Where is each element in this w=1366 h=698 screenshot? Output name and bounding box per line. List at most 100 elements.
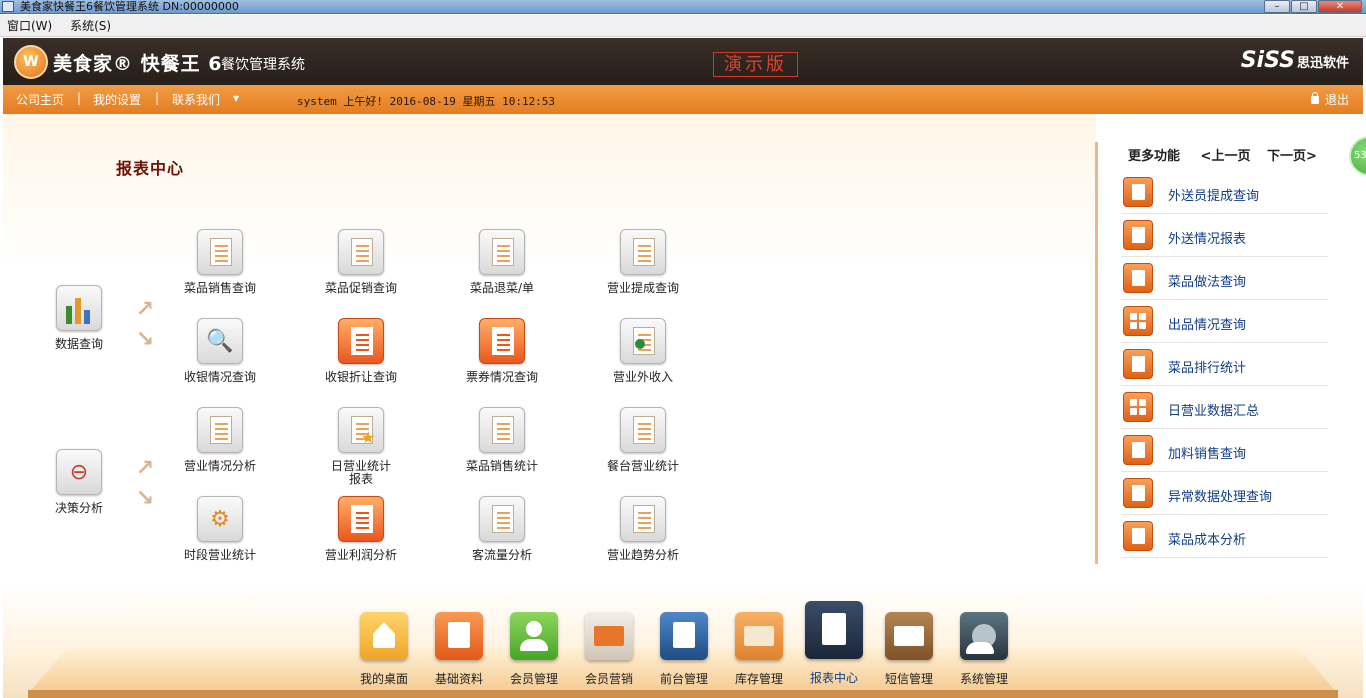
dock-label: 系统管理: [959, 672, 1008, 686]
dock-label: 报表中心: [809, 671, 858, 685]
nav-settings-link[interactable]: 我的设置: [93, 91, 141, 108]
sidebar-item-label: 菜品成本分析: [1168, 533, 1247, 548]
sidebar-item-daily-summary[interactable]: 日营业数据汇总: [1121, 386, 1328, 429]
group-decision-analysis[interactable]: ⊖ 决策分析: [19, 449, 139, 515]
document-icon: [479, 229, 525, 275]
tile-label: 菜品销售查询: [183, 281, 256, 295]
document-icon: [338, 229, 384, 275]
document-star-icon: [1123, 349, 1153, 379]
menu-system[interactable]: 系统(S): [63, 15, 118, 37]
box-document-icon: [479, 496, 525, 542]
vendor-name: SiSS: [1240, 48, 1295, 73]
floating-badge[interactable]: 53: [1349, 136, 1366, 176]
nav-home-link[interactable]: 公司主页: [16, 91, 64, 108]
document-icon: [620, 407, 666, 453]
bar-chart-icon: [56, 285, 102, 331]
arrow-up-icon: ↗: [135, 456, 155, 481]
tile-daily-business-report[interactable]: ★ 日营业统计报表: [301, 407, 421, 486]
chevron-down-icon[interactable]: ▾: [233, 91, 239, 105]
dock-label: 库存管理: [734, 672, 783, 686]
dock-system-management[interactable]: 系统管理: [947, 612, 1021, 687]
tile-label: 票券情况查询: [465, 370, 538, 384]
clipboard-icon: [197, 229, 243, 275]
sidebar-item-exception-data[interactable]: 异常数据处理查询: [1121, 472, 1328, 515]
star-document-icon: ★: [338, 407, 384, 453]
dock-sms-management[interactable]: 短信管理: [872, 612, 946, 687]
top-nav: 公司主页 | 我的设置 | 联系我们 ▾ system 上午好! 2016-08…: [3, 85, 1363, 114]
window-title: 美食家快餐王6餐饮管理系统 DN:00000000: [20, 0, 239, 13]
sidebar-item-dish-method[interactable]: 菜品做法查询: [1121, 257, 1328, 300]
sidebar-item-label: 外送情况报表: [1168, 232, 1247, 247]
tile-non-operating-income[interactable]: 营业外收入: [583, 318, 703, 384]
demo-badge: 演示版: [713, 52, 798, 77]
tile-table-business-stats[interactable]: 餐台营业统计: [583, 407, 703, 473]
dock-label: 会员管理: [509, 672, 558, 686]
sidebar-item-cost-analysis[interactable]: 菜品成本分析: [1121, 515, 1328, 558]
tile-discount-query[interactable]: 收银折让查询: [301, 318, 421, 384]
report-icon: [805, 601, 863, 659]
dock-my-desktop[interactable]: 我的桌面: [347, 612, 421, 687]
document-icon: [1123, 478, 1153, 508]
dock-inventory-management[interactable]: 库存管理: [722, 612, 796, 687]
document-arrow-icon: [1123, 521, 1153, 551]
envelope-icon: [885, 612, 933, 660]
tile-customer-flow-analysis[interactable]: 客流量分析: [442, 496, 562, 562]
tile-dish-return[interactable]: 菜品退菜/单: [442, 229, 562, 295]
maximize-button[interactable]: □: [1291, 0, 1317, 13]
tile-dish-sales-stats[interactable]: 菜品销售统计: [442, 407, 562, 473]
tile-dish-sales-query[interactable]: 菜品销售查询: [160, 229, 280, 295]
minimize-button[interactable]: –: [1264, 0, 1290, 13]
arrow-down-icon: ↘: [135, 327, 155, 352]
dock-frontdesk-management[interactable]: 前台管理: [647, 612, 721, 687]
dock-label: 会员营销: [584, 672, 633, 686]
magnifier-document-icon: [197, 407, 243, 453]
prev-page-link[interactable]: <上一页: [1201, 149, 1251, 164]
nav-separator: |: [77, 91, 82, 105]
logout-label: 退出: [1324, 93, 1349, 107]
orange-document-icon: [479, 318, 525, 364]
nav-contact-link[interactable]: 联系我们: [172, 91, 220, 108]
tile-label: 营业提成查询: [606, 281, 679, 295]
sidebar-item-delivery-commission[interactable]: 外送员提成查询: [1121, 171, 1328, 214]
dock-report-center[interactable]: 报表中心: [797, 601, 871, 686]
tile-profit-analysis[interactable]: 营业利润分析: [301, 496, 421, 562]
page-title: 报表中心: [116, 159, 185, 178]
dock-label: 我的桌面: [359, 672, 408, 686]
sidebar-item-delivery-report[interactable]: 外送情况报表: [1121, 214, 1328, 257]
member-icon: [510, 612, 558, 660]
more-functions-list: 外送员提成查询 外送情况报表 菜品做法查询 出品情况查询 菜品排行统计 日营业数…: [1121, 171, 1328, 558]
tile-period-business-stats[interactable]: ⚙ 时段营业统计: [160, 496, 280, 562]
tile-voucher-query[interactable]: 票券情况查询: [442, 318, 562, 384]
group-data-query[interactable]: 数据查询: [19, 285, 139, 351]
inventory-icon: [735, 612, 783, 660]
document-icon: [435, 612, 483, 660]
vendor-logo: SiSS 思迅软件: [1241, 48, 1349, 73]
sidebar-item-output-query[interactable]: 出品情况查询: [1121, 300, 1328, 343]
menu-window[interactable]: 窗口(W): [0, 15, 59, 37]
dock-label: 短信管理: [884, 672, 933, 686]
tile-commission-query[interactable]: 营业提成查询: [583, 229, 703, 295]
tile-business-trend-analysis[interactable]: 营业趋势分析: [583, 496, 703, 562]
tile-dish-promo-query[interactable]: 菜品促销查询: [301, 229, 421, 295]
orange-document-icon: [338, 318, 384, 364]
sidebar-item-addon-sales[interactable]: 加料销售查询: [1121, 429, 1328, 472]
tile-label: 营业情况分析: [183, 459, 256, 473]
dock-member-marketing[interactable]: 会员营销: [572, 612, 646, 687]
tile-label: 营业趋势分析: [606, 548, 679, 562]
document-star-icon: [1123, 435, 1153, 465]
next-page-link[interactable]: 下一页>: [1267, 149, 1317, 164]
logout-link[interactable]: 退出: [1310, 91, 1349, 108]
sidebar-item-label: 出品情况查询: [1168, 318, 1247, 333]
sidebar-item-dish-ranking[interactable]: 菜品排行统计: [1121, 343, 1328, 386]
tile-cashier-query[interactable]: 🔍 收银情况查询: [160, 318, 280, 384]
tile-business-analysis[interactable]: 营业情况分析: [160, 407, 280, 473]
close-button[interactable]: ✕: [1318, 0, 1362, 13]
dock-member-management[interactable]: 会员管理: [497, 612, 571, 687]
dock-basic-data[interactable]: 基础资料: [422, 612, 496, 687]
menu-bar: 窗口(W) 系统(S): [0, 15, 1366, 37]
window-titlebar: 美食家快餐王6餐饮管理系统 DN:00000000 – □ ✕: [0, 0, 1366, 14]
arrow-up-icon: ↗: [135, 297, 155, 322]
person-document-icon: [620, 318, 666, 364]
magnifier-cash-icon: 🔍: [197, 318, 243, 364]
more-functions-header: 更多功能 <上一页 下一页>: [1128, 145, 1317, 164]
